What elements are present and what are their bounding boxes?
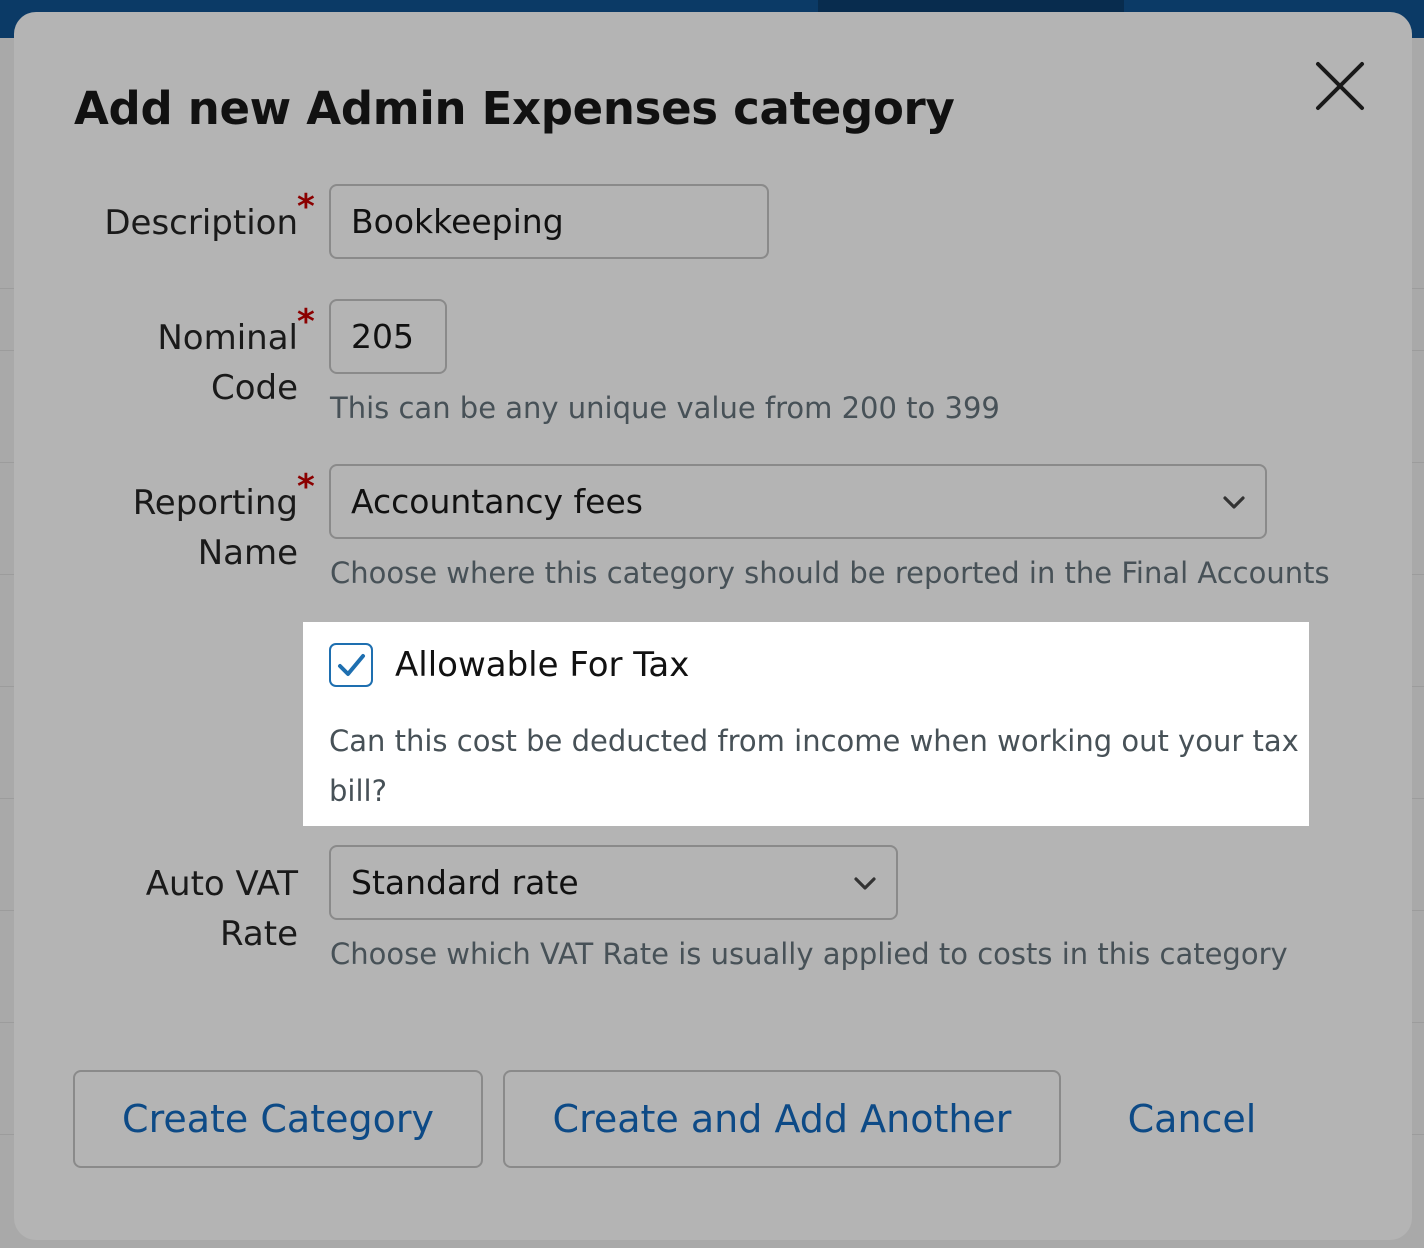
- allowable-for-tax-panel: Allowable For Tax Can this cost be deduc…: [303, 622, 1309, 826]
- nominal-code-input[interactable]: [329, 299, 447, 374]
- description-input[interactable]: [329, 184, 769, 259]
- nominal-code-label-line2: Code: [210, 368, 298, 408]
- modal-title: Add new Admin Expenses category: [74, 82, 955, 135]
- create-and-add-another-button[interactable]: Create and Add Another: [503, 1070, 1061, 1168]
- auto-vat-rate-selected-value: Standard rate: [351, 863, 579, 902]
- description-label: Description: [48, 198, 298, 248]
- reporting-name-label: Reporting Name: [48, 478, 298, 578]
- nominal-code-required-mark: *: [297, 302, 315, 342]
- add-category-modal: Add new Admin Expenses category Descript…: [14, 12, 1412, 1240]
- close-button[interactable]: [1310, 56, 1372, 118]
- close-icon: [1316, 62, 1364, 110]
- nominal-code-label-line1: Nominal: [157, 318, 298, 358]
- auto-vat-rate-label-line2: Rate: [220, 914, 298, 954]
- checkmark-icon: [338, 654, 365, 676]
- create-category-button[interactable]: Create Category: [73, 1070, 483, 1168]
- cancel-button[interactable]: Cancel: [1104, 1070, 1280, 1168]
- allowable-for-tax-help: Can this cost be deducted from income wh…: [329, 724, 1299, 808]
- auto-vat-rate-label-line1: Auto VAT: [145, 864, 298, 904]
- chevron-down-icon: [854, 877, 876, 890]
- allowable-for-tax-label[interactable]: Allowable For Tax: [395, 640, 689, 690]
- description-required-mark: *: [297, 187, 315, 227]
- reporting-name-selected-value: Accountancy fees: [351, 482, 643, 521]
- reporting-name-select[interactable]: Accountancy fees: [329, 464, 1267, 539]
- auto-vat-rate-label: Auto VAT Rate: [48, 859, 298, 959]
- reporting-name-help: Choose where this category should be rep…: [330, 556, 1330, 590]
- chevron-down-icon: [1223, 496, 1245, 509]
- reporting-name-label-line2: Name: [197, 533, 298, 573]
- reporting-name-label-line1: Reporting: [132, 483, 298, 523]
- description-label-text: Description: [104, 203, 298, 243]
- auto-vat-rate-help: Choose which VAT Rate is usually applied…: [330, 937, 1288, 971]
- nominal-code-help: This can be any unique value from 200 to…: [330, 391, 1000, 425]
- allowable-for-tax-checkbox[interactable]: [329, 643, 373, 687]
- auto-vat-rate-select[interactable]: Standard rate: [329, 845, 898, 920]
- nominal-code-label: Nominal Code: [48, 313, 298, 413]
- reporting-name-required-mark: *: [297, 467, 315, 507]
